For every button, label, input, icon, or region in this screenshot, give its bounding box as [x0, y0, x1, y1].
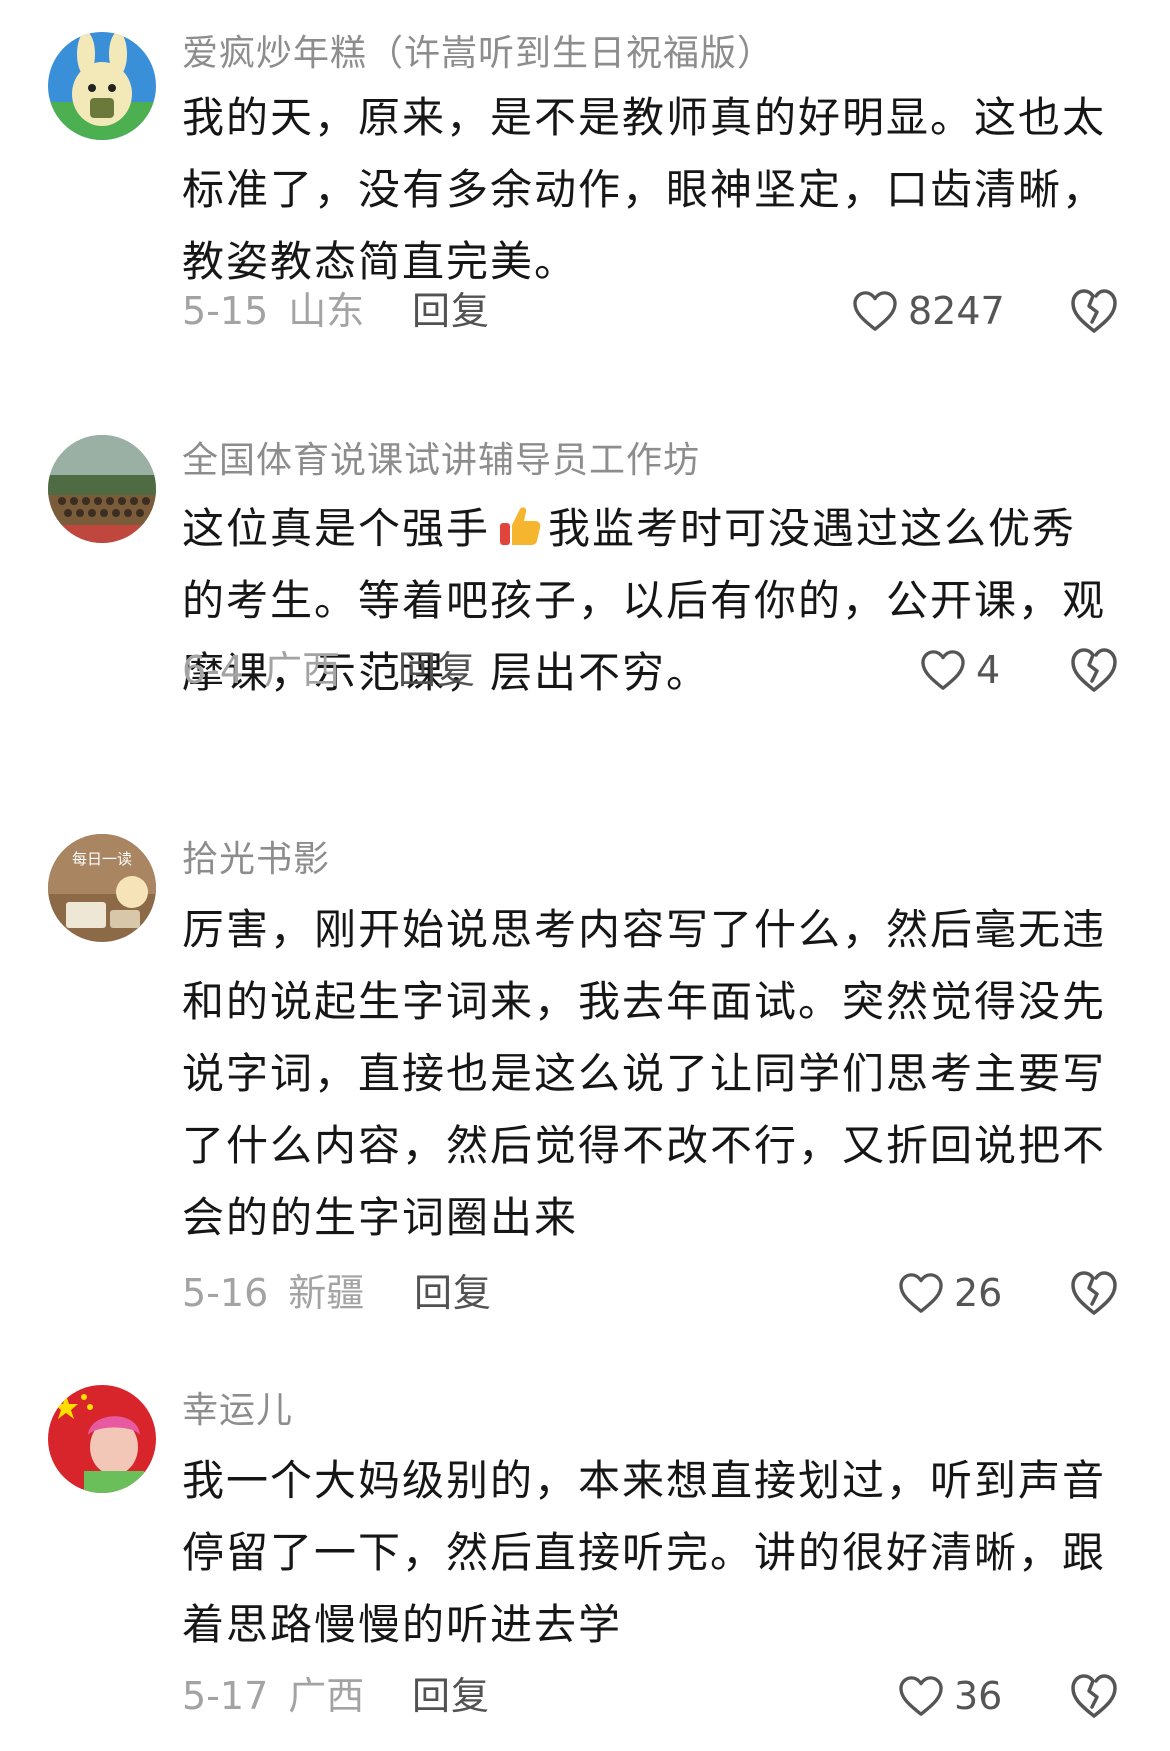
heart-outline-icon — [899, 1273, 943, 1313]
dislike-button[interactable] — [1070, 288, 1118, 334]
dislike-button[interactable] — [1070, 1270, 1118, 1316]
comment-meta: 6-4 广西 回复 — [182, 644, 475, 696]
broken-heart-icon — [1071, 1674, 1117, 1718]
comment-text-line: 说字词，直接也是这么说了让同学们思考主要写 — [182, 1049, 1107, 1098]
comment-date: 6-4 — [182, 648, 245, 692]
cartoon-rabbit-avatar-icon — [48, 32, 156, 140]
comment-username[interactable]: 爱疯炒年糕（许嵩听到生日祝福版） — [182, 30, 774, 78]
group-photo-avatar-icon — [48, 435, 156, 543]
comment-list: 爱疯炒年糕（许嵩听到生日祝福版） 我的天，原来，是不是教师真的好明显。这也太 标… — [0, 0, 1170, 1751]
reply-button[interactable]: 回复 — [414, 1267, 492, 1319]
comment-username[interactable]: 拾光书影 — [182, 836, 330, 884]
comment-meta: 5-17 广西 回复 — [182, 1670, 489, 1722]
comment-text: 厉害，刚开始说思考内容写了什么，然后毫无违 和的说起生字词来，我去年面试。突然觉… — [182, 894, 1112, 1254]
comment-text-line: 着思路慢慢的听进去学 — [182, 1600, 623, 1649]
reply-button[interactable]: 回复 — [412, 1670, 490, 1722]
book-photo-avatar-icon: 每日一读 — [48, 834, 156, 942]
like-button[interactable]: 26 — [898, 1267, 1002, 1319]
user-avatar[interactable] — [48, 435, 156, 543]
comment-meta: 5-15 山东 回复 — [182, 285, 489, 337]
like-button[interactable]: 4 — [920, 644, 1000, 696]
like-button[interactable]: 8247 — [852, 285, 1005, 337]
broken-heart-icon — [1071, 648, 1117, 692]
comment-text-line: 我的天，原来，是不是教师真的好明显。这也太 — [182, 93, 1107, 142]
comment-text-line: 我一个大妈级别的，本来想直接划过，听到声音 — [182, 1456, 1107, 1505]
heart-outline-icon — [853, 291, 897, 331]
comment-text-line: 的考生。等着吧孩子，以后有你的，公开课，观 — [182, 576, 1107, 625]
comment-region: 山东 — [288, 289, 365, 333]
like-count: 8247 — [908, 289, 1005, 333]
comment-text-line: 会的的生字词圈出来 — [182, 1193, 579, 1242]
flag-portrait-avatar-icon — [48, 1385, 156, 1493]
user-avatar[interactable]: 每日一读 — [48, 834, 156, 942]
comment-username[interactable]: 幸运儿 — [182, 1387, 293, 1435]
comment-date: 5-16 — [182, 1271, 269, 1315]
comment-date: 5-17 — [182, 1674, 269, 1718]
like-count: 4 — [976, 648, 1001, 692]
broken-heart-icon — [1071, 289, 1117, 333]
dislike-button[interactable] — [1070, 1673, 1118, 1719]
like-count: 26 — [954, 1271, 1003, 1315]
dislike-button[interactable] — [1070, 647, 1118, 693]
comment-region: 新疆 — [288, 1271, 365, 1315]
user-avatar[interactable] — [48, 1385, 156, 1493]
user-avatar[interactable] — [48, 32, 156, 140]
comment-text: 我的天，原来，是不是教师真的好明显。这也太 标准了，没有多余动作，眼神坚定，口齿… — [182, 82, 1112, 298]
comment-text-fragment: 我监考时可没遇过这么优秀 — [548, 504, 1077, 553]
comment-text-fragment: 这位真是个强手 — [182, 504, 491, 553]
heart-outline-icon — [921, 650, 965, 690]
comment-text-line: 厉害，刚开始说思考内容写了什么，然后毫无违 — [182, 905, 1107, 954]
reply-button[interactable]: 回复 — [412, 285, 490, 337]
like-count: 36 — [954, 1674, 1003, 1718]
comment-meta: 5-16 新疆 回复 — [182, 1267, 491, 1319]
heart-outline-icon — [899, 1676, 943, 1716]
comment-text-line: 停留了一下，然后直接听完。讲的很好清晰，跟 — [182, 1528, 1107, 1577]
comment-date: 5-15 — [182, 289, 269, 333]
avatar-caption: 每日一读 — [72, 850, 132, 868]
broken-heart-icon — [1071, 1271, 1117, 1315]
like-button[interactable]: 36 — [898, 1670, 1002, 1722]
comment-text-line: 和的说起生字词来，我去年面试。突然觉得没先 — [182, 977, 1107, 1026]
thumbs-up-emoji-icon — [500, 507, 541, 545]
reply-button[interactable]: 回复 — [398, 644, 476, 696]
comment-region: 广西 — [264, 648, 341, 692]
comment-text-line: 标准了，没有多余动作，眼神坚定，口齿清晰， — [182, 165, 1107, 214]
comment-text-line: 了什么内容，然后觉得不改不行，又折回说把不 — [182, 1121, 1107, 1170]
comment-text-line: 这位真是个强手 我监考时可没遇过这么优秀 — [182, 493, 1112, 565]
comment-text: 我一个大妈级别的，本来想直接划过，听到声音 停留了一下，然后直接听完。讲的很好清… — [182, 1445, 1112, 1661]
comment-region: 广西 — [288, 1674, 365, 1718]
comment-username[interactable]: 全国体育说课试讲辅导员工作坊 — [182, 437, 700, 485]
